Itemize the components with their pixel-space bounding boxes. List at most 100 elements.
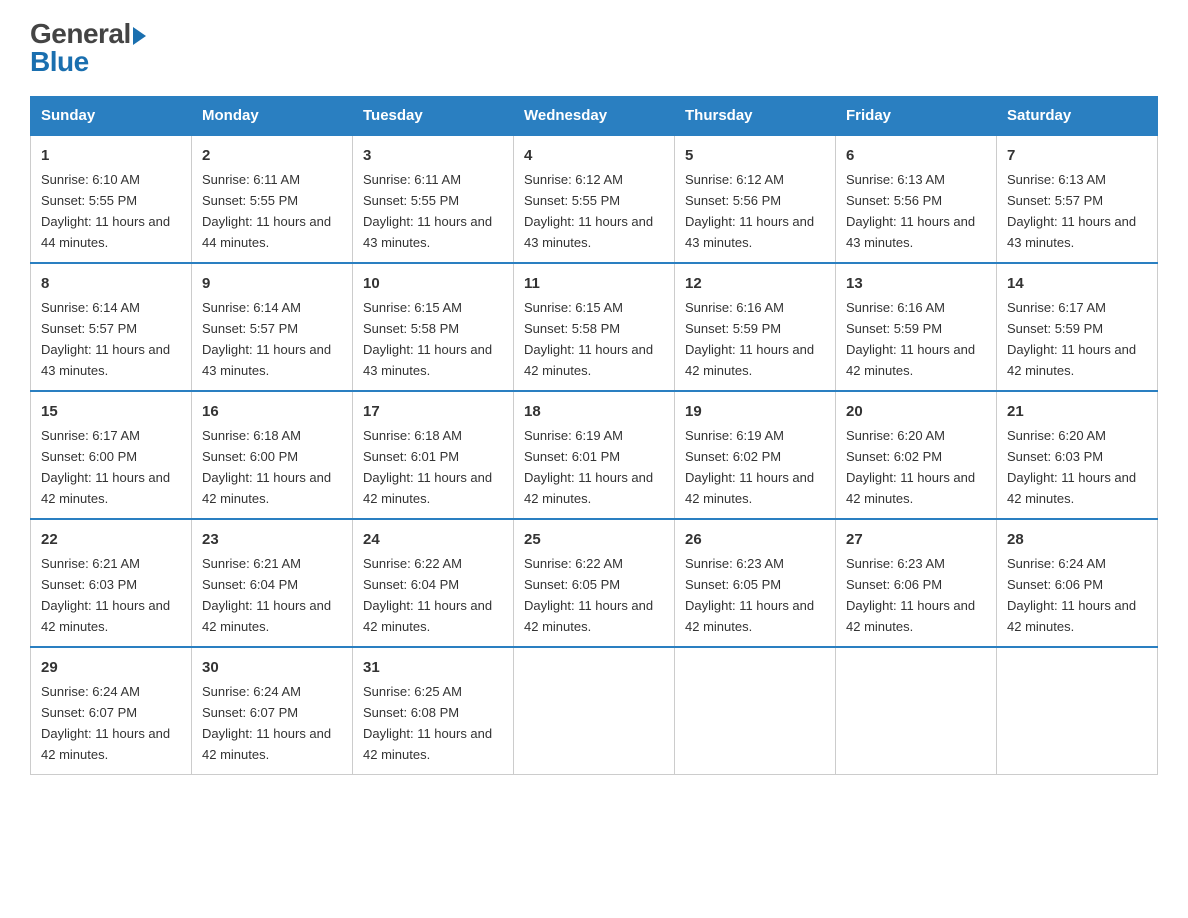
calendar-table: Sunday Monday Tuesday Wednesday Thursday… xyxy=(30,96,1158,775)
day-number: 2 xyxy=(202,144,342,167)
day-info: Sunrise: 6:24 AMSunset: 6:07 PMDaylight:… xyxy=(41,684,170,762)
table-row: 24 Sunrise: 6:22 AMSunset: 6:04 PMDayligh… xyxy=(353,519,514,647)
table-row: 13 Sunrise: 6:16 AMSunset: 5:59 PMDayligh… xyxy=(836,263,997,391)
table-row xyxy=(675,647,836,774)
table-row: 4 Sunrise: 6:12 AMSunset: 5:55 PMDaylight… xyxy=(514,135,675,263)
table-row: 2 Sunrise: 6:11 AMSunset: 5:55 PMDaylight… xyxy=(192,135,353,263)
day-number: 13 xyxy=(846,272,986,295)
calendar-week-row: 29 Sunrise: 6:24 AMSunset: 6:07 PMDayligh… xyxy=(31,647,1158,774)
logo-arrow-icon xyxy=(133,27,146,45)
day-number: 10 xyxy=(363,272,503,295)
day-number: 4 xyxy=(524,144,664,167)
day-number: 12 xyxy=(685,272,825,295)
col-friday: Friday xyxy=(836,97,997,136)
day-info: Sunrise: 6:18 AMSunset: 6:00 PMDaylight:… xyxy=(202,428,331,506)
table-row: 17 Sunrise: 6:18 AMSunset: 6:01 PMDayligh… xyxy=(353,391,514,519)
day-number: 20 xyxy=(846,400,986,423)
day-info: Sunrise: 6:22 AMSunset: 6:05 PMDaylight:… xyxy=(524,556,653,634)
table-row xyxy=(997,647,1158,774)
day-number: 18 xyxy=(524,400,664,423)
day-info: Sunrise: 6:14 AMSunset: 5:57 PMDaylight:… xyxy=(202,300,331,378)
day-number: 22 xyxy=(41,528,181,551)
day-info: Sunrise: 6:18 AMSunset: 6:01 PMDaylight:… xyxy=(363,428,492,506)
day-info: Sunrise: 6:23 AMSunset: 6:06 PMDaylight:… xyxy=(846,556,975,634)
table-row: 21Sunrise: 6:20 AMSunset: 6:03 PMDayligh… xyxy=(997,391,1158,519)
day-info: Sunrise: 6:20 AMSunset: 6:03 PMDaylight:… xyxy=(1007,428,1136,506)
table-row: 18 Sunrise: 6:19 AMSunset: 6:01 PMDayligh… xyxy=(514,391,675,519)
table-row: 23 Sunrise: 6:21 AMSunset: 6:04 PMDayligh… xyxy=(192,519,353,647)
table-row: 11 Sunrise: 6:15 AMSunset: 5:58 PMDayligh… xyxy=(514,263,675,391)
day-number: 7 xyxy=(1007,144,1147,167)
day-info: Sunrise: 6:19 AMSunset: 6:01 PMDaylight:… xyxy=(524,428,653,506)
day-info: Sunrise: 6:16 AMSunset: 5:59 PMDaylight:… xyxy=(685,300,814,378)
table-row: 30 Sunrise: 6:24 AMSunset: 6:07 PMDayligh… xyxy=(192,647,353,774)
calendar-week-row: 22 Sunrise: 6:21 AMSunset: 6:03 PMDayligh… xyxy=(31,519,1158,647)
day-number: 3 xyxy=(363,144,503,167)
calendar-week-row: 8 Sunrise: 6:14 AMSunset: 5:57 PMDaylight… xyxy=(31,263,1158,391)
table-row: 9 Sunrise: 6:14 AMSunset: 5:57 PMDaylight… xyxy=(192,263,353,391)
day-info: Sunrise: 6:20 AMSunset: 6:02 PMDaylight:… xyxy=(846,428,975,506)
day-number: 29 xyxy=(41,656,181,679)
day-number: 16 xyxy=(202,400,342,423)
day-number: 31 xyxy=(363,656,503,679)
col-sunday: Sunday xyxy=(31,97,192,136)
day-info: Sunrise: 6:16 AMSunset: 5:59 PMDaylight:… xyxy=(846,300,975,378)
day-info: Sunrise: 6:15 AMSunset: 5:58 PMDaylight:… xyxy=(524,300,653,378)
day-number: 15 xyxy=(41,400,181,423)
day-number: 25 xyxy=(524,528,664,551)
logo-line2: Blue xyxy=(30,48,146,76)
day-number: 1 xyxy=(41,144,181,167)
table-row xyxy=(514,647,675,774)
day-info: Sunrise: 6:21 AMSunset: 6:04 PMDaylight:… xyxy=(202,556,331,634)
logo-line1: General xyxy=(30,20,146,48)
table-row: 7 Sunrise: 6:13 AMSunset: 5:57 PMDaylight… xyxy=(997,135,1158,263)
day-info: Sunrise: 6:19 AMSunset: 6:02 PMDaylight:… xyxy=(685,428,814,506)
table-row: 12 Sunrise: 6:16 AMSunset: 5:59 PMDayligh… xyxy=(675,263,836,391)
table-row: 29 Sunrise: 6:24 AMSunset: 6:07 PMDayligh… xyxy=(31,647,192,774)
table-row: 6Sunrise: 6:13 AMSunset: 5:56 PMDaylight… xyxy=(836,135,997,263)
day-info: Sunrise: 6:17 AMSunset: 6:00 PMDaylight:… xyxy=(41,428,170,506)
day-info: Sunrise: 6:23 AMSunset: 6:05 PMDaylight:… xyxy=(685,556,814,634)
table-row: 15 Sunrise: 6:17 AMSunset: 6:00 PMDayligh… xyxy=(31,391,192,519)
day-info: Sunrise: 6:14 AMSunset: 5:57 PMDaylight:… xyxy=(41,300,170,378)
day-info: Sunrise: 6:24 AMSunset: 6:07 PMDaylight:… xyxy=(202,684,331,762)
table-row: 28 Sunrise: 6:24 AMSunset: 6:06 PMDayligh… xyxy=(997,519,1158,647)
table-row: 27Sunrise: 6:23 AMSunset: 6:06 PMDayligh… xyxy=(836,519,997,647)
day-info: Sunrise: 6:11 AMSunset: 5:55 PMDaylight:… xyxy=(202,172,331,250)
day-info: Sunrise: 6:13 AMSunset: 5:57 PMDaylight:… xyxy=(1007,172,1136,250)
day-info: Sunrise: 6:25 AMSunset: 6:08 PMDaylight:… xyxy=(363,684,492,762)
col-saturday: Saturday xyxy=(997,97,1158,136)
table-row: 26 Sunrise: 6:23 AMSunset: 6:05 PMDayligh… xyxy=(675,519,836,647)
table-row: 19 Sunrise: 6:19 AMSunset: 6:02 PMDayligh… xyxy=(675,391,836,519)
day-number: 17 xyxy=(363,400,503,423)
day-info: Sunrise: 6:12 AMSunset: 5:55 PMDaylight:… xyxy=(524,172,653,250)
day-number: 26 xyxy=(685,528,825,551)
col-wednesday: Wednesday xyxy=(514,97,675,136)
day-info: Sunrise: 6:17 AMSunset: 5:59 PMDaylight:… xyxy=(1007,300,1136,378)
day-info: Sunrise: 6:24 AMSunset: 6:06 PMDaylight:… xyxy=(1007,556,1136,634)
day-number: 19 xyxy=(685,400,825,423)
day-number: 30 xyxy=(202,656,342,679)
table-row: 31 Sunrise: 6:25 AMSunset: 6:08 PMDayligh… xyxy=(353,647,514,774)
day-number: 8 xyxy=(41,272,181,295)
day-number: 5 xyxy=(685,144,825,167)
table-row: 22 Sunrise: 6:21 AMSunset: 6:03 PMDayligh… xyxy=(31,519,192,647)
col-monday: Monday xyxy=(192,97,353,136)
day-info: Sunrise: 6:21 AMSunset: 6:03 PMDaylight:… xyxy=(41,556,170,634)
day-number: 14 xyxy=(1007,272,1147,295)
day-number: 28 xyxy=(1007,528,1147,551)
day-number: 9 xyxy=(202,272,342,295)
day-number: 11 xyxy=(524,272,664,295)
day-number: 6 xyxy=(846,144,986,167)
col-thursday: Thursday xyxy=(675,97,836,136)
day-number: 23 xyxy=(202,528,342,551)
calendar-header-row: Sunday Monday Tuesday Wednesday Thursday… xyxy=(31,97,1158,136)
table-row: 3 Sunrise: 6:11 AMSunset: 5:55 PMDaylight… xyxy=(353,135,514,263)
table-row: 25 Sunrise: 6:22 AMSunset: 6:05 PMDayligh… xyxy=(514,519,675,647)
table-row: 5Sunrise: 6:12 AMSunset: 5:56 PMDaylight… xyxy=(675,135,836,263)
day-info: Sunrise: 6:22 AMSunset: 6:04 PMDaylight:… xyxy=(363,556,492,634)
day-info: Sunrise: 6:11 AMSunset: 5:55 PMDaylight:… xyxy=(363,172,492,250)
day-number: 24 xyxy=(363,528,503,551)
calendar-week-row: 1 Sunrise: 6:10 AMSunset: 5:55 PMDaylight… xyxy=(31,135,1158,263)
day-info: Sunrise: 6:10 AMSunset: 5:55 PMDaylight:… xyxy=(41,172,170,250)
